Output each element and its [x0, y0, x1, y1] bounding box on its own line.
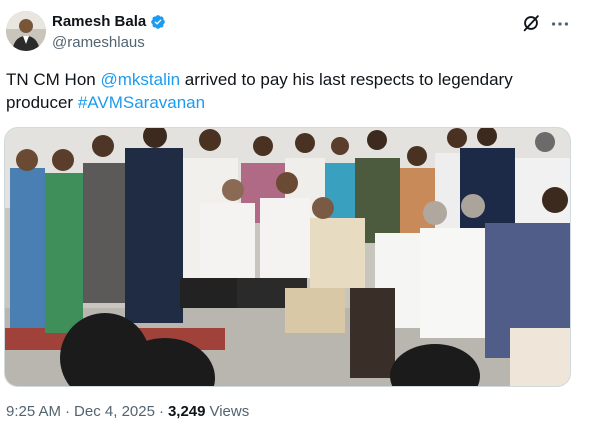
- avatar[interactable]: [6, 11, 46, 51]
- author-handle[interactable]: @rameshlaus: [52, 34, 145, 51]
- meta-separator: ·: [158, 403, 164, 420]
- tweet-photo[interactable]: [4, 127, 571, 387]
- views-label: Views: [209, 403, 250, 420]
- verified-badge-icon: [150, 14, 166, 30]
- author-name[interactable]: Ramesh Bala: [52, 13, 146, 30]
- photo-scene: [5, 128, 570, 386]
- mention-link[interactable]: @mkstalin: [100, 70, 180, 89]
- grok-icon[interactable]: [520, 12, 542, 34]
- author-name-row[interactable]: Ramesh Bala: [52, 13, 166, 30]
- tweet-text-part: TN CM Hon: [6, 70, 101, 89]
- more-icon[interactable]: [549, 13, 571, 35]
- tweet-meta: 9:25 AM · Dec 4, 2025 · 3,249 Views: [6, 403, 249, 420]
- tweet-date[interactable]: Dec 4, 2025: [74, 403, 155, 420]
- hashtag-link[interactable]: #AVMSaravanan: [78, 93, 205, 112]
- tweet-time[interactable]: 9:25 AM: [6, 403, 61, 420]
- meta-separator: ·: [65, 403, 71, 420]
- views-count: 3,249: [167, 403, 206, 420]
- avatar-image: [6, 11, 46, 51]
- tweet-text: TN CM Hon @mkstalin arrived to pay his l…: [6, 68, 566, 114]
